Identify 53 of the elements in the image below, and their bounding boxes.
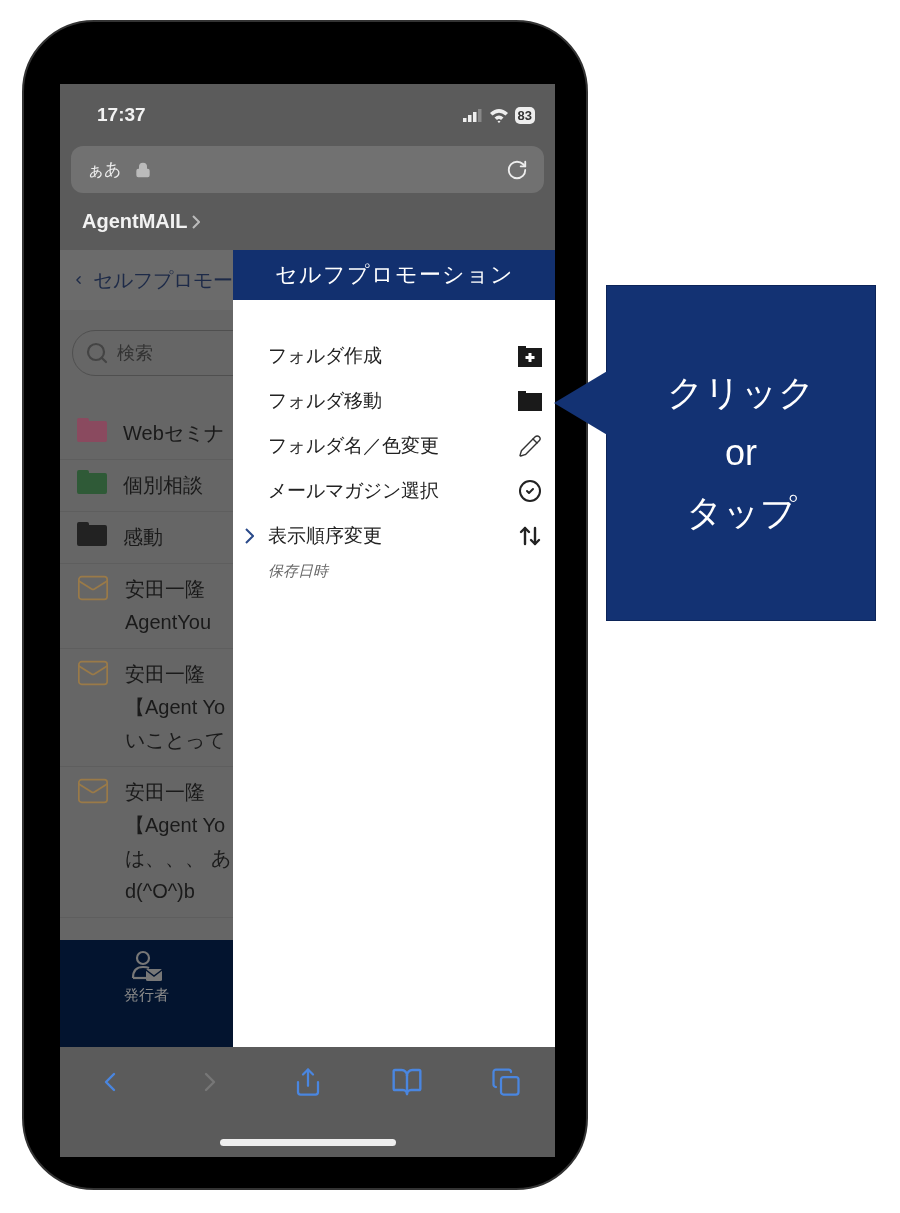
- folder-icon: [76, 417, 108, 443]
- list-item[interactable]: Webセミナ: [60, 408, 233, 460]
- address-bar[interactable]: ぁあ: [71, 146, 544, 193]
- wifi-icon: [488, 107, 509, 123]
- item-text: いことって: [125, 728, 226, 753]
- page-title: セルフプロモー: [93, 267, 233, 293]
- item-text: 感動: [123, 525, 163, 550]
- saved-date-label: 保存日時: [267, 562, 330, 581]
- battery-indicator: 83: [514, 106, 535, 124]
- menu-item[interactable]: メールマガジン選択: [233, 468, 555, 513]
- folder-icon: [76, 521, 108, 547]
- check-circle-icon: [518, 478, 542, 503]
- lock-icon: [135, 161, 151, 178]
- menu-item[interactable]: フォルダ名／色変更: [233, 423, 555, 468]
- callout-text: or: [725, 431, 757, 475]
- menu-text: 表示順序変更: [268, 523, 383, 548]
- status-time: 17:37: [97, 104, 147, 126]
- item-text: は、、、 あ: [125, 846, 231, 871]
- search-icon: [85, 341, 109, 365]
- bookmarks-icon[interactable]: [391, 1066, 424, 1098]
- item-text: AgentYou: [125, 610, 211, 635]
- menu-item[interactable]: フォルダ作成: [233, 333, 555, 378]
- menu-text: メールマガジン選択: [268, 478, 440, 503]
- folder-plus-icon: [518, 344, 542, 367]
- pencil-icon: [518, 433, 542, 458]
- nav-label[interactable]: 発行者: [124, 986, 169, 1005]
- item-text: 安田一隆: [125, 780, 206, 805]
- callout-text: タップ: [685, 491, 797, 535]
- item-text: 【Agent Yo: [125, 695, 226, 720]
- signal-icon: [462, 108, 483, 122]
- item-text: Webセミナ: [123, 421, 224, 446]
- folder-icon: [518, 390, 542, 411]
- menu-text: フォルダ名／色変更: [268, 433, 440, 458]
- menu-item[interactable]: フォルダ移動: [233, 378, 555, 423]
- menu-item[interactable]: 表示順序変更: [233, 513, 555, 558]
- list-item[interactable]: 感動: [60, 512, 233, 564]
- menu-text: フォルダ作成: [268, 343, 383, 368]
- item-text: 安田一隆: [125, 577, 206, 602]
- tabs-icon[interactable]: [491, 1067, 522, 1097]
- callout-text: クリック: [667, 371, 815, 415]
- drawer-title: セルフプロモーション: [274, 261, 514, 289]
- reload-icon[interactable]: [506, 158, 528, 181]
- text-size-button[interactable]: ぁあ: [87, 158, 121, 181]
- item-text: d(^O^)b: [125, 879, 196, 904]
- list-item[interactable]: 個別相談: [60, 460, 233, 512]
- item-text: 安田一隆: [125, 662, 206, 687]
- user-mail-icon[interactable]: [129, 950, 164, 982]
- back-link[interactable]: AgentMAIL: [82, 210, 188, 233]
- menu-text: フォルダ移動: [268, 388, 383, 413]
- folder-icon: [76, 469, 108, 495]
- item-text: 【Agent Yo: [125, 813, 227, 838]
- item-text: 個別相談: [123, 473, 203, 498]
- chevron-right-icon: [191, 214, 200, 229]
